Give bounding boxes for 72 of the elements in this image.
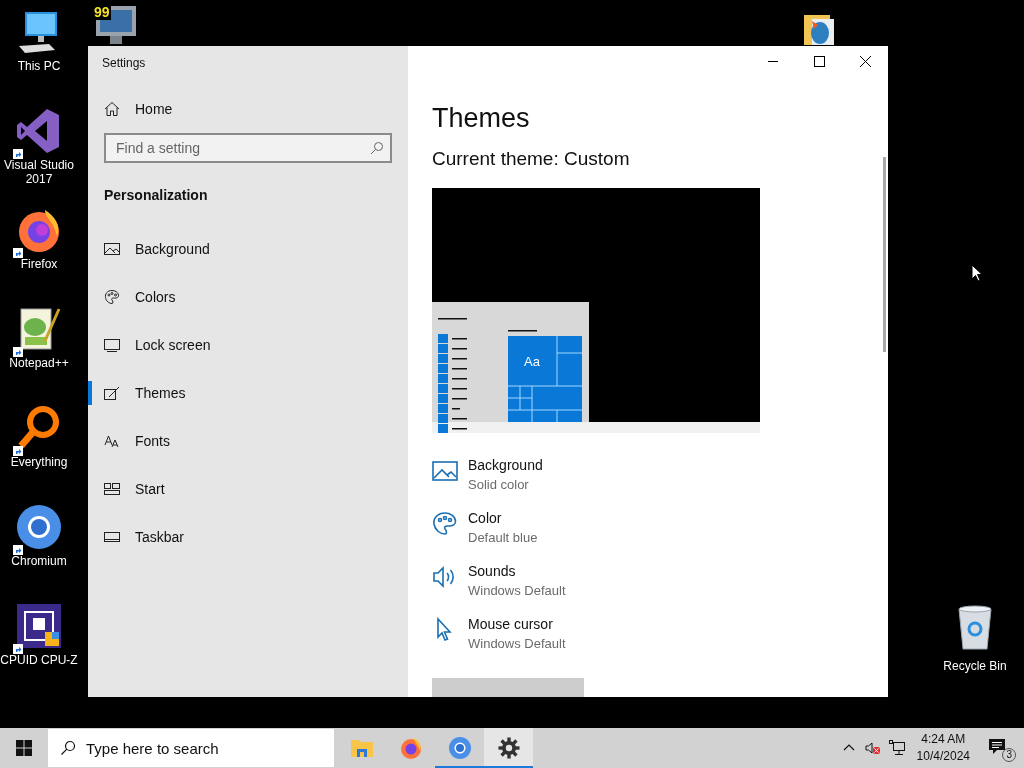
option-value: Default blue — [468, 529, 538, 547]
option-title: Mouse cursor — [468, 615, 554, 634]
taskbar-search-field[interactable]: Type here to search — [48, 729, 334, 767]
document-icon[interactable] — [802, 14, 836, 46]
firefox-icon — [398, 736, 423, 760]
search-icon — [60, 740, 76, 756]
clock[interactable]: 4:24 AM 10/4/2024 — [916, 731, 970, 765]
theme-preview[interactable]: Aa — [432, 188, 760, 433]
desktop-icon-label: This PC — [17, 59, 61, 73]
theme-option[interactable]: Mouse cursor Windows Default — [432, 615, 566, 659]
palette-icon — [432, 511, 458, 537]
desktop-icon-label: Notepad++ — [9, 356, 69, 370]
search-field[interactable]: Find a setting — [104, 133, 392, 163]
chromium-icon — [15, 503, 63, 551]
mouse-pointer-icon — [971, 264, 983, 282]
option-title: Background — [468, 456, 543, 475]
notification-icon — [988, 738, 1006, 756]
picture-icon — [432, 458, 458, 484]
search-icon — [370, 141, 384, 155]
nav-item[interactable]: Taskbar — [88, 513, 408, 561]
theme-option[interactable]: Background Solid color — [432, 456, 566, 500]
desktop-icon[interactable]: Everything — [0, 404, 78, 503]
brush-icon — [104, 385, 120, 401]
nav-item[interactable]: Lock screen — [88, 321, 408, 369]
desktop-icon-label: Chromium — [11, 554, 67, 568]
taskbar-app[interactable] — [484, 728, 533, 768]
desktop-icon[interactable]: This PC — [0, 8, 78, 107]
nav-item[interactable]: Themes — [88, 369, 408, 417]
theme-option[interactable]: Color Default blue — [432, 509, 566, 553]
desktop-icon[interactable]: Firefox — [0, 206, 78, 305]
desktop-icon[interactable]: Recycle Bin — [940, 603, 1010, 673]
scrollbar[interactable] — [883, 157, 886, 352]
notification-count: 3 — [1002, 748, 1016, 762]
palette-icon — [104, 289, 120, 305]
desktop-icon-label: Firefox — [20, 257, 58, 271]
nav-item[interactable]: Fonts — [88, 417, 408, 465]
option-title: Color — [468, 509, 503, 528]
desktop-icon-label: Visual Studio 2017 — [3, 158, 75, 186]
font-icon — [104, 433, 120, 449]
option-value: Solid color — [468, 476, 530, 494]
tile-label: Aa — [524, 354, 540, 369]
desktop-icon[interactable]: CPUID CPU-Z — [0, 602, 78, 701]
option-value: Windows Default — [468, 582, 566, 600]
desktop-icon[interactable]: Visual Studio 2017 — [0, 107, 78, 206]
monitor-badge: 99 — [93, 4, 111, 20]
network-icon[interactable] — [888, 740, 905, 756]
desktop-icon[interactable]: Notepad++ — [0, 305, 78, 404]
screen-icon — [104, 337, 120, 353]
grid-icon — [104, 481, 120, 497]
page-heading: Themes — [432, 102, 530, 135]
picture-icon — [104, 241, 120, 257]
desktop-icon[interactable]: Chromium — [0, 503, 78, 602]
desktop-icon-label: Recycle Bin — [943, 659, 1007, 673]
nav-item[interactable]: Colors — [88, 273, 408, 321]
home-nav-item[interactable]: Home — [88, 85, 408, 133]
desktop-icon-label: Everything — [10, 455, 68, 469]
option-title: Sounds — [468, 562, 517, 581]
taskbar-icon — [104, 529, 120, 545]
notification-button[interactable]: 3 — [988, 736, 1014, 760]
window-title: Settings — [102, 56, 147, 70]
home-icon — [104, 101, 120, 117]
chromium-icon — [447, 736, 472, 760]
current-theme-label: Current theme: Custom — [432, 147, 630, 171]
nav-item[interactable]: Background — [88, 225, 408, 273]
muted-speaker-icon[interactable] — [864, 740, 881, 756]
desktop-icon-label: CPUID CPU-Z — [0, 653, 78, 667]
settings-icon — [496, 736, 521, 760]
theme-option[interactable]: Sounds Windows Default — [432, 562, 566, 606]
option-value: Windows Default — [468, 635, 566, 653]
chip-icon — [15, 602, 63, 650]
section-heading: Personalization — [104, 187, 209, 203]
nav-item[interactable]: Start — [88, 465, 408, 513]
